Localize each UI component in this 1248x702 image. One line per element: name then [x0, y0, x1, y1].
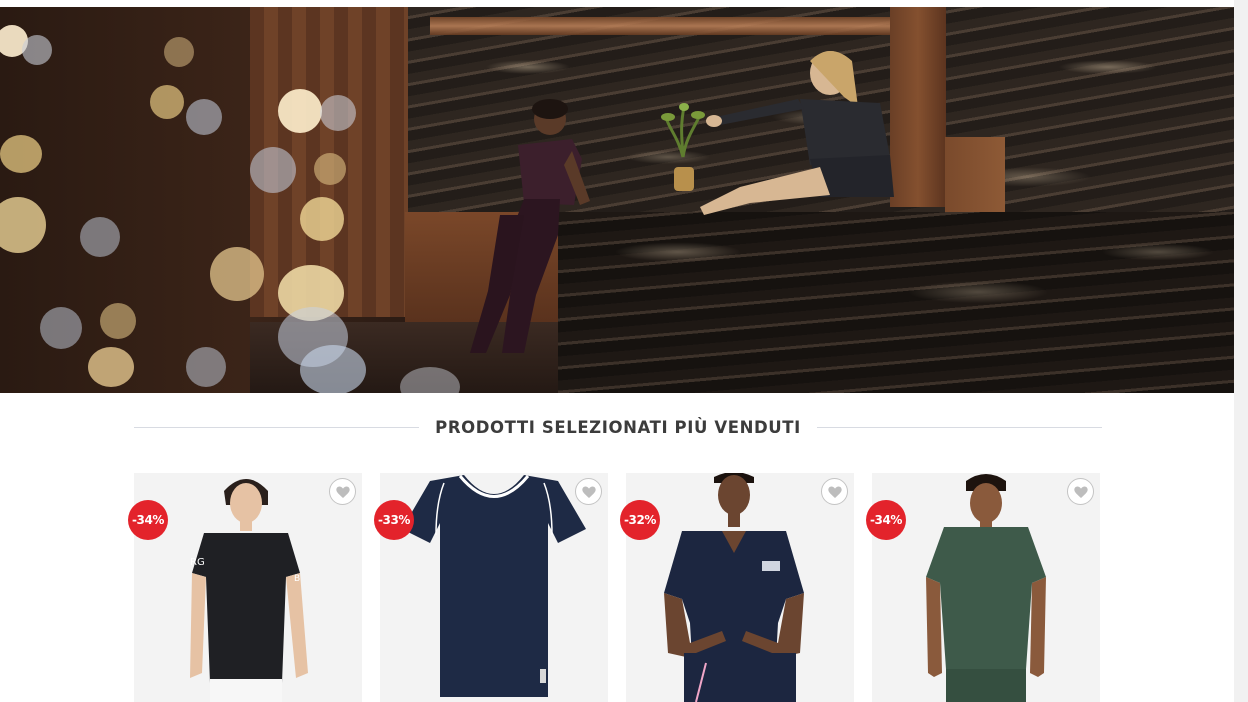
product-card[interactable]: -33% [374, 473, 608, 702]
product-image-navy-vneck-model[interactable] [626, 473, 854, 702]
heart-icon [335, 485, 350, 498]
woman-sitting-image [700, 51, 894, 215]
bokeh-lights [0, 7, 560, 393]
product-image-black-tshirt[interactable]: RG B [134, 473, 362, 702]
wishlist-button[interactable] [329, 478, 356, 505]
product-image-navy-tshirt[interactable] [380, 473, 608, 702]
heart-icon [827, 485, 842, 498]
heart-icon [1073, 485, 1088, 498]
section-title: PRODOTTI SELEZIONATI PIÙ VENDUTI [435, 417, 801, 437]
hero-kitchen-island [558, 212, 1234, 393]
hero-cabinet [945, 137, 1005, 217]
discount-badge: -34% [128, 500, 168, 540]
hero-banner[interactable] [0, 7, 1234, 393]
discount-badge: -32% [620, 500, 660, 540]
svg-text:RG: RG [190, 557, 205, 568]
discount-badge: -33% [374, 500, 414, 540]
divider-left [134, 426, 420, 428]
wishlist-button[interactable] [1067, 478, 1094, 505]
product-image-green-tshirt[interactable] [872, 473, 1100, 702]
product-card[interactable]: RG B -34% [128, 473, 362, 702]
heart-icon [581, 485, 596, 498]
page-scrollbar[interactable] [1234, 0, 1248, 702]
bestsellers-heading: PRODOTTI SELEZIONATI PIÙ VENDUTI [134, 410, 1102, 444]
product-card[interactable]: -32% [620, 473, 854, 702]
product-grid: RG B -34% -33% -32% -34% [128, 473, 1102, 702]
discount-badge: -34% [866, 500, 906, 540]
top-strip [0, 0, 1248, 7]
wishlist-button[interactable] [821, 478, 848, 505]
product-card[interactable]: -34% [866, 473, 1100, 702]
divider-right [816, 426, 1102, 428]
svg-text:B: B [294, 574, 300, 584]
wishlist-button[interactable] [575, 478, 602, 505]
